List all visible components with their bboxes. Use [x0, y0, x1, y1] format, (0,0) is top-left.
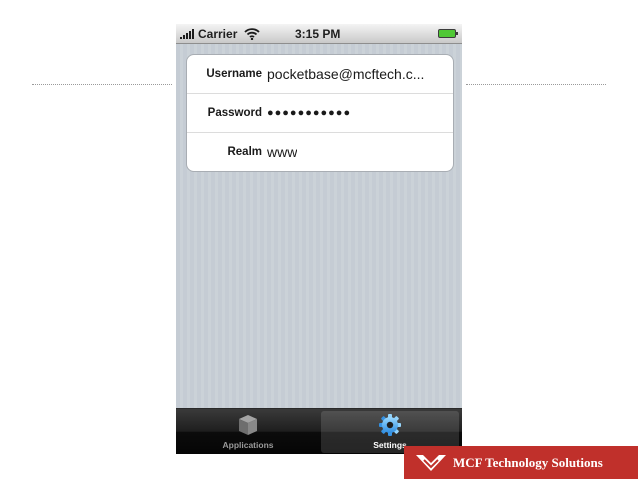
dotted-divider-right	[466, 84, 606, 85]
password-field[interactable]: ●●●●●●●●●●●	[267, 107, 351, 119]
presentation-slide: Carrier 3:15 PM Username pocketbase@mcft…	[0, 0, 638, 479]
tab-applications[interactable]: Applications	[179, 411, 317, 453]
status-time: 3:15 PM	[295, 27, 341, 41]
username-field[interactable]: pocketbase@mcftech.c...	[267, 66, 424, 82]
realm-label: Realm	[227, 146, 262, 158]
password-row[interactable]: Password ●●●●●●●●●●●	[187, 94, 453, 133]
realm-field[interactable]: www	[267, 144, 297, 160]
company-banner: MCF Technology Solutions	[404, 446, 638, 479]
account-settings-table: Username pocketbase@mcftech.c... Passwor…	[186, 54, 454, 172]
wifi-icon	[244, 28, 260, 40]
username-label: Username	[206, 68, 262, 80]
battery-icon	[438, 29, 458, 38]
realm-row[interactable]: Realm www	[187, 133, 453, 171]
mcf-logo-icon	[416, 454, 446, 471]
status-bar: Carrier 3:15 PM	[176, 24, 462, 44]
username-row[interactable]: Username pocketbase@mcftech.c...	[187, 55, 453, 94]
password-label: Password	[207, 107, 262, 119]
tab-applications-label: Applications	[222, 440, 274, 450]
dotted-divider-left	[32, 84, 172, 85]
cube-icon	[239, 415, 257, 435]
carrier-name: Carrier	[198, 27, 238, 41]
gear-icon	[379, 414, 401, 436]
signal-bars-icon	[180, 29, 196, 39]
iphone-screen: Carrier 3:15 PM Username pocketbase@mcft…	[176, 24, 462, 454]
company-name: MCF Technology Solutions	[453, 454, 603, 470]
